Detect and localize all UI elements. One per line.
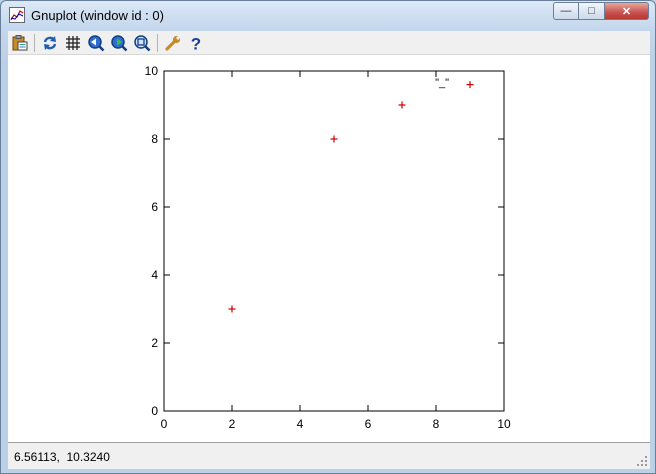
data-point bbox=[398, 101, 406, 109]
x-tick-label: 2 bbox=[229, 417, 236, 431]
maximize-icon: □ bbox=[588, 5, 595, 17]
window-title: Gnuplot (window id : 0) bbox=[31, 8, 164, 23]
minimize-icon: — bbox=[560, 5, 572, 17]
x-tick-label: 4 bbox=[297, 417, 304, 431]
y-tick-label: 2 bbox=[151, 336, 158, 350]
grid-icon bbox=[66, 36, 80, 50]
data-point bbox=[330, 135, 338, 143]
toolbar-separator bbox=[34, 34, 35, 52]
y-tick-label: 4 bbox=[151, 268, 158, 282]
zoom-back-button[interactable] bbox=[87, 34, 105, 52]
y-tick-label: 0 bbox=[151, 404, 158, 418]
status-bar: 6.56113, 10.3240 bbox=[8, 442, 650, 469]
zoom-back-icon bbox=[88, 35, 105, 52]
y-tick-label: 8 bbox=[151, 132, 158, 146]
x-tick-label: 8 bbox=[433, 417, 440, 431]
copy-to-clipboard-button[interactable] bbox=[11, 34, 29, 52]
svg-text:?: ? bbox=[191, 35, 201, 53]
zoom-forward-button[interactable] bbox=[110, 34, 128, 52]
help-icon: ? bbox=[191, 35, 201, 53]
help-button[interactable]: ? bbox=[187, 34, 205, 53]
maximize-button[interactable]: □ bbox=[579, 2, 605, 20]
options-button[interactable] bbox=[164, 34, 182, 52]
refresh-icon bbox=[43, 36, 57, 50]
data-point bbox=[228, 305, 236, 313]
minimize-button[interactable]: — bbox=[553, 2, 579, 20]
toolbar-separator bbox=[157, 34, 158, 52]
x-tick-label: 6 bbox=[365, 417, 372, 431]
y-tick-label: 10 bbox=[145, 64, 159, 78]
plot-border bbox=[163, 70, 505, 412]
replot-button[interactable] bbox=[41, 34, 59, 52]
resize-grip-icon[interactable] bbox=[636, 455, 648, 467]
scatter-plot: 0 2 4 6 8 10 0 2 4 6 8 10 "_" bbox=[145, 64, 511, 431]
data-point bbox=[466, 81, 474, 89]
grid-button[interactable] bbox=[64, 34, 82, 52]
close-icon: ✕ bbox=[621, 5, 632, 18]
toolbar: ? bbox=[8, 31, 650, 55]
autoscale-button[interactable] bbox=[133, 34, 151, 52]
x-tick-label: 10 bbox=[497, 417, 511, 431]
x-tick-label: 0 bbox=[161, 417, 168, 431]
legend-label: "_" bbox=[435, 77, 449, 89]
close-button[interactable]: ✕ bbox=[605, 2, 649, 20]
y-tick-label: 6 bbox=[151, 200, 158, 214]
mouse-coordinates: 6.56113, 10.3240 bbox=[14, 450, 110, 464]
gnuplot-app-icon[interactable] bbox=[9, 7, 25, 23]
title-bar[interactable]: Gnuplot (window id : 0) — □ ✕ bbox=[1, 1, 655, 29]
clipboard-icon bbox=[12, 35, 28, 51]
autoscale-icon bbox=[134, 35, 151, 52]
zoom-forward-icon bbox=[111, 35, 128, 52]
gnuplot-window: Gnuplot (window id : 0) — □ ✕ ? 0 2 4 6 … bbox=[0, 0, 656, 474]
plot-area[interactable]: 0 2 4 6 8 10 0 2 4 6 8 10 "_" bbox=[8, 55, 650, 442]
wrench-icon bbox=[165, 35, 181, 51]
